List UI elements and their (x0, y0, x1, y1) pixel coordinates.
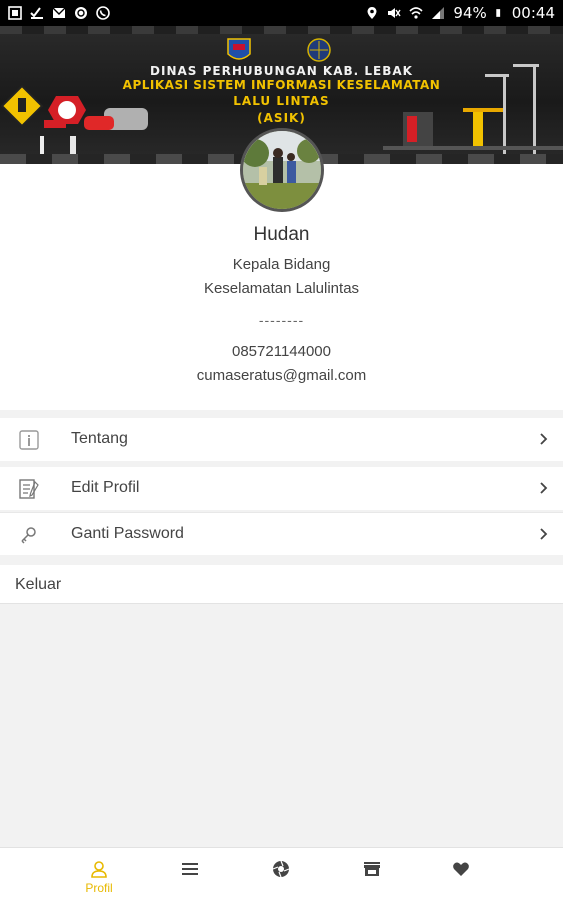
chevron-right-icon (540, 433, 548, 445)
store-icon (364, 862, 380, 876)
traffic-signs-illustration (0, 84, 148, 156)
profile-name: Hudan (253, 224, 310, 245)
menu-item-edit-profil[interactable]: Edit Profil (0, 467, 563, 510)
profile-separator: -------- (258, 312, 305, 328)
menu-item-ganti-password[interactable]: Ganti Password (0, 512, 563, 555)
gallery-icon (8, 6, 22, 20)
whatsapp-icon (96, 6, 110, 20)
battery-percent: 94% (453, 4, 487, 22)
menu-label-ganti-password: Ganti Password (71, 525, 184, 542)
shutter-icon (272, 860, 290, 878)
location-icon (367, 7, 377, 19)
profile-department: Keselamatan Lalulintas (203, 280, 360, 297)
clock: 00:44 (511, 4, 555, 22)
nav-tab-camera[interactable] (236, 848, 326, 900)
profile-position: Kepala Bidang (232, 256, 331, 273)
signal-icon (432, 7, 445, 19)
nav-tab-profil[interactable]: Profil (54, 848, 144, 900)
status-bar-system: 94% 00:44 (365, 4, 555, 22)
nav-label-profil: Profil (85, 881, 113, 895)
profile-icon (91, 861, 107, 878)
avatar-photo (243, 131, 321, 209)
status-bar-notifications (8, 6, 110, 20)
wifi-icon (409, 7, 423, 19)
sync-icon (75, 7, 87, 19)
mute-icon (388, 8, 402, 18)
profile-email: cumaseratus@gmail.com (196, 367, 367, 384)
chevron-right-icon (540, 482, 548, 494)
agency-logos (227, 38, 331, 62)
nav-tab-menu[interactable] (145, 848, 235, 900)
menu-icon (182, 863, 198, 875)
menu-label-tentang: Tentang (71, 430, 128, 447)
nav-tab-favorites[interactable] (416, 848, 506, 900)
logout-button[interactable]: Keluar (0, 565, 563, 604)
nav-tab-store[interactable] (327, 848, 417, 900)
menu-item-tentang[interactable]: Tentang (0, 418, 563, 461)
avatar[interactable] (240, 128, 324, 212)
edit-document-icon (19, 479, 39, 499)
menu-label-keluar: Keluar (15, 576, 62, 593)
checklist-icon (30, 7, 43, 19)
key-icon (21, 527, 36, 544)
mail-icon (52, 7, 66, 18)
chevron-right-icon (540, 528, 548, 540)
menu-label-edit-profil: Edit Profil (71, 479, 140, 496)
status-bar: 94% 00:44 (0, 0, 563, 26)
heart-icon (453, 862, 469, 876)
battery-icon (496, 9, 500, 17)
street-lights-illustration (383, 64, 563, 156)
bottom-navigation: Profil (0, 847, 563, 900)
profile-phone: 085721144000 (232, 343, 331, 360)
info-icon (19, 430, 39, 450)
banner-border-top (0, 26, 563, 34)
